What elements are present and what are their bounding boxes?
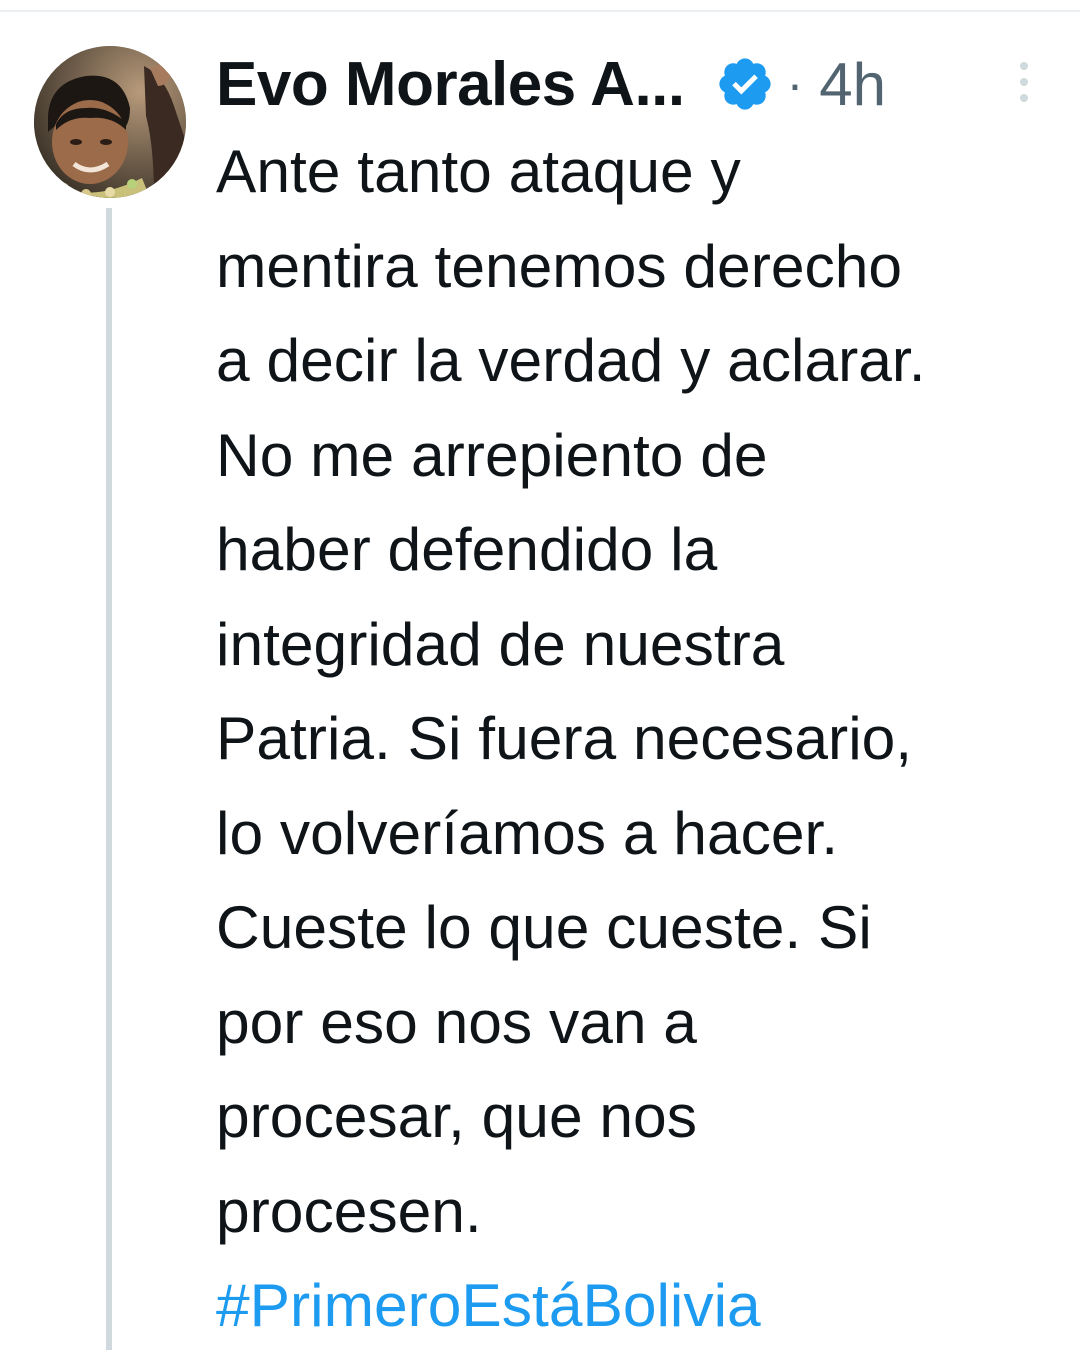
tweet-text-line: Patria. Si fuera necesario, (216, 704, 913, 772)
tweet-text-line: No me arrepiento de (216, 420, 768, 489)
thread-connector-line (106, 208, 112, 1350)
avatar-image (34, 46, 186, 198)
top-divider (0, 10, 1080, 12)
tweet-text-line: procesar, que nos (216, 1082, 697, 1150)
tweet-text-line: Ante tanto ataque y (216, 137, 741, 205)
author-name[interactable]: Evo Morales A... (216, 49, 685, 120)
tweet-header: Evo Morales A... · 4h (216, 42, 886, 126)
more-vertical-icon[interactable] (1010, 58, 1038, 106)
tweet-text-line: a decir la verdad y aclarar. (216, 326, 926, 394)
tweet-text-line: lo volveríamos a hacer. (216, 798, 839, 867)
tweet-text-line: haber defendido la (216, 515, 718, 583)
hashtag-link[interactable]: #PrimeroEstáBolivia (216, 1258, 1066, 1350)
tweet-timestamp[interactable]: 4h (819, 50, 886, 119)
verified-badge-icon (715, 54, 775, 114)
separator-dot: · (786, 56, 804, 112)
tweet-text-line: Cueste lo que cueste. Si (216, 893, 872, 961)
tweet-text-line: por eso nos van a (216, 987, 697, 1056)
tweet-text-line: mentira tenemos derecho (216, 231, 903, 300)
tweet-page: Evo Morales A... · 4h Ante tanto ataque … (0, 0, 1080, 1350)
tweet-text: Ante tanto ataque y mentira tenemos dere… (216, 124, 1066, 1350)
tweet-text-line: integridad de nuestra (216, 609, 785, 678)
avatar[interactable] (34, 46, 186, 198)
tweet-text-line: procesen. (216, 1176, 482, 1245)
